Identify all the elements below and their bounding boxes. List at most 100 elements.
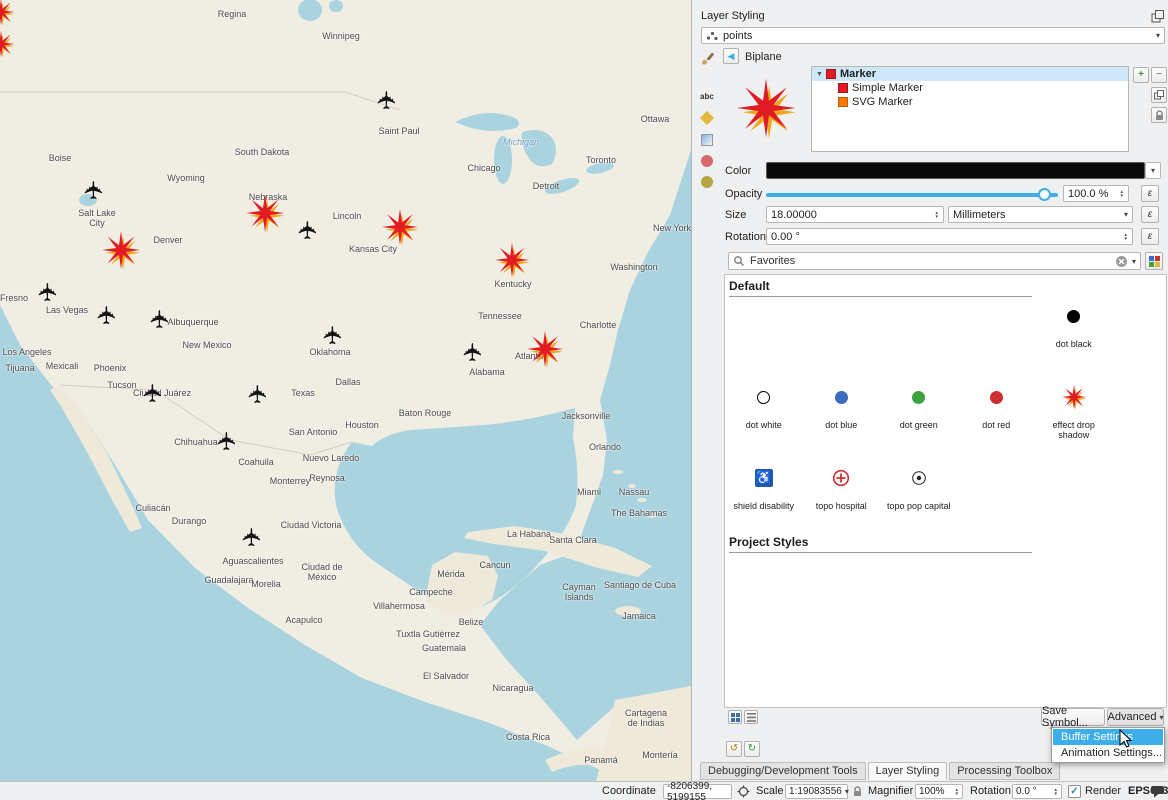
duplicate-symbol-layer-button[interactable] [1151, 87, 1167, 103]
lock-symbol-layer-button[interactable] [1151, 107, 1167, 123]
save-symbol-button[interactable]: Save Symbol... [1041, 708, 1105, 726]
render-label: Render [1085, 785, 1121, 797]
style-item[interactable]: dot red [958, 376, 1036, 457]
menu-item[interactable]: Animation Settings... [1053, 745, 1163, 761]
dot-symbol-icon [990, 391, 1003, 404]
mouse-position-icon[interactable] [737, 785, 750, 798]
redo-style-button[interactable]: ↻ [744, 741, 760, 757]
size-spinbox[interactable]: 18.00000 ▲▼ [766, 206, 944, 223]
layer-selector[interactable]: points ▾ [701, 27, 1165, 44]
scale-combobox[interactable]: 1:19083556▾ [785, 784, 848, 799]
color-swatch-button[interactable] [766, 162, 1145, 179]
style-item[interactable]: topo hospital [803, 457, 881, 538]
messages-icon[interactable] [1150, 785, 1165, 798]
undock-icon[interactable] [1151, 10, 1164, 23]
color-menu-button[interactable]: ▾ [1145, 162, 1161, 179]
style-item[interactable]: dot green [880, 376, 958, 457]
icon-view-button[interactable] [728, 710, 742, 724]
dot-symbol-icon [757, 391, 770, 404]
symbol-layers-tree[interactable]: ▼ Marker Simple MarkerSVG Marker [811, 66, 1129, 152]
starburst-marker [0, 0, 15, 26]
remove-symbol-layer-button[interactable]: − [1151, 67, 1167, 83]
expression-icon: ε [1148, 209, 1152, 220]
style-item-label: dot white [746, 420, 782, 430]
render-checkbox[interactable]: ✓ [1068, 785, 1081, 798]
chevron-down-icon: ▾ [1121, 210, 1128, 219]
dock-tab[interactable]: Layer Styling [868, 762, 948, 780]
list-view-button[interactable] [744, 710, 758, 724]
size-unit-combobox[interactable]: Millimeters ▾ [948, 206, 1133, 223]
expression-icon: ε [1148, 231, 1152, 242]
opacity-slider[interactable] [766, 186, 1058, 203]
magnifier-spinbox[interactable]: 100%▲▼ [915, 784, 963, 799]
back-button[interactable]: ◀ [723, 48, 739, 64]
spinner-buttons[interactable]: ▲▼ [1124, 233, 1128, 241]
style-item[interactable]: effect drop shadow [1035, 376, 1113, 457]
menu-item[interactable]: Buffer Settings [1053, 729, 1163, 745]
spinner-buttons[interactable]: ▲▼ [935, 211, 939, 219]
tree-item[interactable]: SVG Marker [812, 95, 1128, 109]
chevron-down-icon: ▾ [1159, 713, 1163, 722]
style-item[interactable]: topo pop capital [880, 457, 958, 538]
airplane-marker: ✈ [297, 220, 322, 241]
style-item-icon [832, 463, 850, 493]
opacity-data-defined-button[interactable]: ε [1141, 185, 1159, 202]
spinner-buttons[interactable]: ▲▼ [1054, 788, 1058, 796]
style-item-icon [835, 382, 848, 412]
rotation-data-defined-button[interactable]: ε [1141, 228, 1159, 245]
style-item[interactable]: dot blue [803, 376, 881, 457]
starburst-marker [381, 208, 419, 246]
symbol-grid: dot black dot white dot blue dot greendot r… [725, 295, 1113, 538]
starburst-marker [245, 193, 285, 233]
size-data-defined-button[interactable]: ε [1141, 206, 1159, 223]
point-layer-icon [706, 30, 718, 41]
size-value: 18.00000 [771, 209, 817, 221]
slider-handle[interactable] [1038, 188, 1051, 201]
starburst-marker [0, 30, 15, 58]
style-filter-combobox[interactable]: Favorites ▾ [728, 252, 1141, 270]
tree-item-marker[interactable]: ▼ Marker [812, 67, 1128, 81]
list-view-icon [747, 713, 756, 722]
redo-icon: ↻ [748, 744, 756, 754]
spinner-buttons[interactable]: ▲▼ [1120, 190, 1124, 198]
starburst-marker [526, 330, 564, 368]
scale-lock-icon[interactable] [852, 785, 863, 798]
history-tab-icon[interactable] [701, 176, 713, 188]
opacity-spinbox[interactable]: 100.0 % ▲▼ [1063, 185, 1129, 202]
rotation-status-spinbox[interactable]: 0.0 °▲▼ [1012, 784, 1062, 799]
undo-style-button[interactable]: ↺ [726, 741, 742, 757]
tree-item[interactable]: Simple Marker [812, 81, 1128, 95]
layer-styling-panel: Layer Styling points ▾ abc ◀ Biplane ▼ M… [691, 0, 1168, 781]
3d-view-tab-icon[interactable] [701, 134, 713, 146]
spinner-buttons[interactable]: ▲▼ [955, 788, 959, 796]
style-item[interactable]: ♿shield disability [725, 457, 803, 538]
section-heading-project-styles: Project Styles [729, 535, 1032, 553]
style-manager-button[interactable] [1145, 252, 1163, 270]
style-item-label: dot blue [825, 420, 857, 430]
size-unit-value: Millimeters [953, 209, 1006, 221]
diagrams-tab-icon[interactable] [700, 111, 714, 125]
masks-tab-icon[interactable] [701, 155, 713, 167]
map-basemap [0, 0, 691, 781]
starburst-marker [381, 208, 419, 246]
dock-tab[interactable]: Debugging/Development Tools [700, 762, 866, 780]
expand-icon[interactable]: ▼ [816, 71, 823, 78]
dock-tab[interactable]: Processing Toolbox [949, 762, 1060, 780]
style-filter-value: Favorites [750, 255, 795, 267]
opacity-value: 100.0 % [1068, 188, 1108, 200]
clear-filter-icon[interactable] [1115, 255, 1128, 268]
map-canvas[interactable]: ReginaWinnipegSaint PaulOttawaTorontoChi… [0, 0, 691, 781]
style-item[interactable]: dot black [1035, 295, 1113, 376]
coordinate-input[interactable]: -8206399, 5199155 [663, 784, 732, 799]
symbology-tab[interactable] [700, 49, 716, 68]
add-symbol-layer-button[interactable]: + [1133, 67, 1149, 83]
starburst-marker [245, 193, 285, 233]
labels-tab[interactable]: abc [700, 92, 714, 101]
rotation-spinbox[interactable]: 0.00 ° ▲▼ [766, 228, 1133, 245]
opacity-label: Opacity [725, 188, 762, 200]
slider-track [766, 193, 1058, 197]
style-item[interactable]: dot white [725, 376, 803, 457]
advanced-button[interactable]: Advanced▾ [1107, 708, 1164, 726]
style-browser[interactable]: Default dot blackdot whitedot bluedot gr… [724, 274, 1167, 708]
capital-symbol-icon [911, 470, 927, 486]
